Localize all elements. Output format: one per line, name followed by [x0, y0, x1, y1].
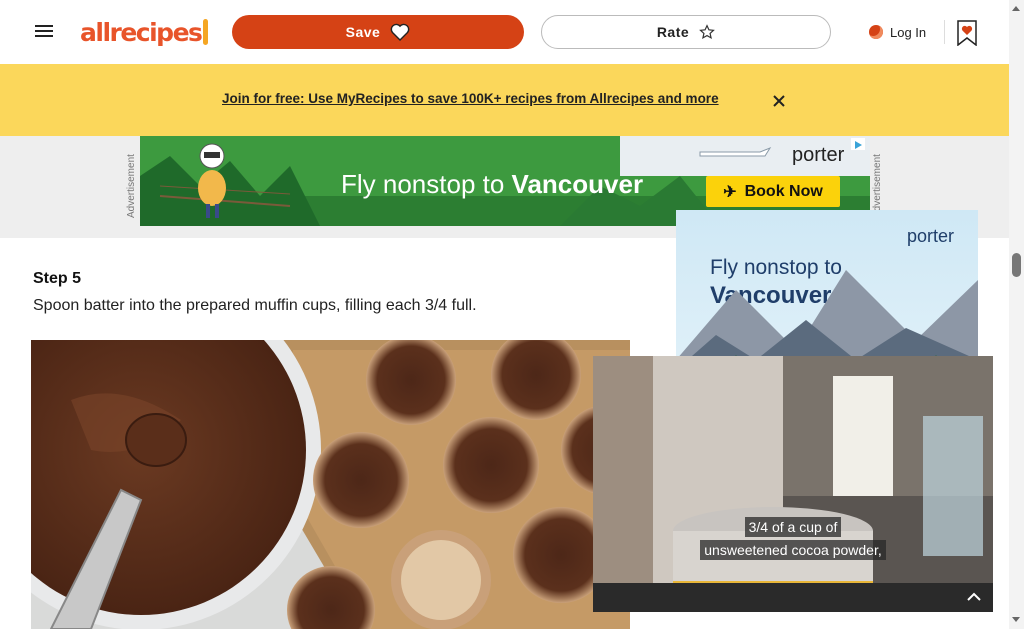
login-link[interactable]: Log In — [869, 19, 926, 45]
video-player[interactable]: 3/4 of a cup of unsweetened cocoa powder… — [593, 356, 993, 612]
user-avatar-icon — [869, 25, 883, 39]
collapse-video-icon[interactable] — [962, 586, 986, 608]
my-recipes-heart-icon[interactable] — [956, 20, 978, 46]
scroll-down-icon[interactable] — [1011, 616, 1021, 624]
allrecipes-logo[interactable]: allrecipes — [80, 16, 210, 48]
close-icon[interactable] — [771, 93, 787, 109]
video-caption-line1: 3/4 of a cup of — [593, 517, 993, 537]
star-icon — [699, 24, 716, 40]
step-text: Spoon batter into the prepared muffin cu… — [33, 297, 477, 314]
ad-headline-prefix: Fly nonstop to — [341, 169, 512, 199]
scrollbar-thumb[interactable] — [1012, 253, 1021, 277]
ad-label-right: Advertisement — [872, 154, 883, 218]
ad-book-now-button[interactable]: ✈ Book Now — [706, 176, 840, 207]
menu-icon[interactable] — [30, 17, 58, 45]
site-header: allrecipes Save Rate Log In — [0, 0, 1009, 65]
save-button-label: Save — [345, 24, 381, 40]
promo-signup-link[interactable]: Join for free: Use MyRecipes to save 100… — [222, 91, 756, 111]
rate-button-label: Rate — [656, 24, 690, 40]
heart-icon — [391, 23, 410, 41]
ad-label-left: Advertisement — [126, 154, 137, 218]
scroll-up-icon[interactable] — [1011, 4, 1021, 12]
ad-headline-city: Vancouver — [511, 169, 644, 199]
video-caption-line2: unsweetened cocoa powder, — [593, 540, 993, 560]
step-title: Step 5 — [33, 270, 82, 287]
ad-brand: porter — [792, 144, 845, 166]
video-control-bar — [593, 583, 993, 612]
adchoices-icon[interactable] — [851, 138, 865, 150]
save-button[interactable]: Save — [232, 15, 524, 49]
recipe-step: Step 5 Spoon batter into the prepared mu… — [33, 270, 631, 315]
header-divider — [944, 20, 945, 44]
ad-headline: Fly nonstop to Vancouver — [341, 169, 643, 200]
step-image — [31, 340, 630, 629]
ad-book-now-label: Book Now — [744, 182, 823, 200]
rate-button[interactable]: Rate — [541, 15, 831, 49]
plane-icon: ✈ — [723, 183, 737, 201]
login-label: Log In — [890, 24, 927, 40]
video-frame — [593, 356, 993, 612]
logo-text: allrecipes — [80, 17, 203, 47]
scrollbar[interactable] — [1009, 0, 1024, 629]
